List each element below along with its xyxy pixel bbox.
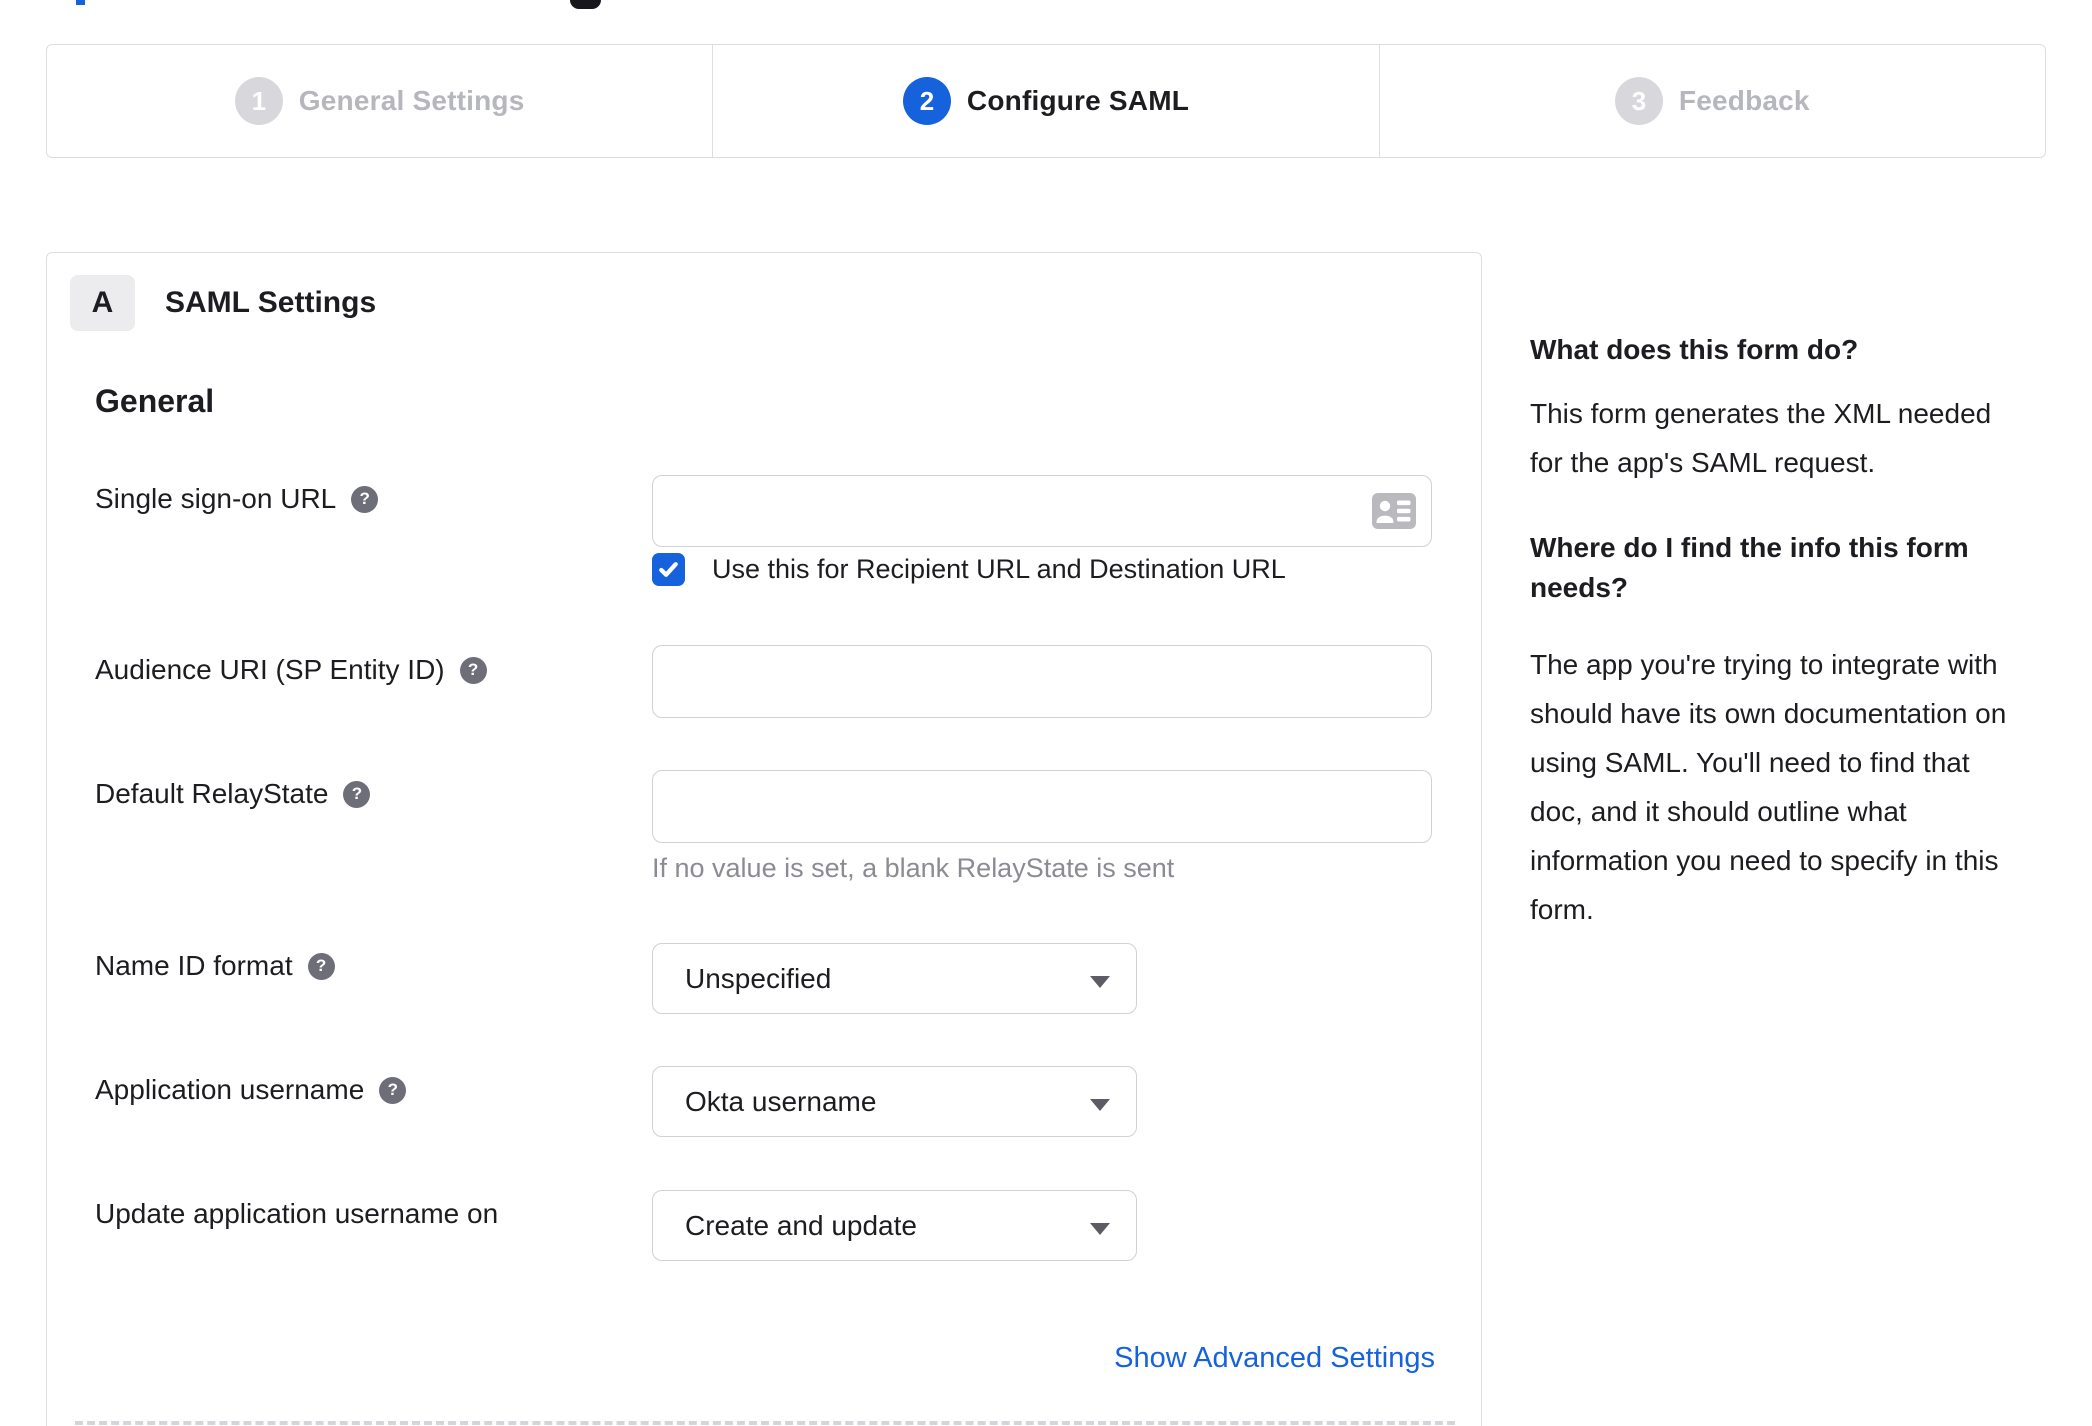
update-username-value: Create and update (685, 1209, 917, 1241)
clipped-app-logo-fragment (570, 0, 601, 9)
sso-url-input[interactable] (652, 475, 1432, 547)
update-username-select[interactable]: Create and update (652, 1190, 1137, 1261)
update-username-label-row: Update application username on (95, 1197, 498, 1231)
wizard-stepper: 1 General Settings 2 Configure SAML 3 Fe… (46, 44, 2046, 158)
name-id-format-help-icon[interactable]: ? (307, 952, 335, 980)
relaystate-label-row: Default RelayState ? (95, 777, 371, 811)
step-configure-saml[interactable]: 2 Configure SAML (712, 45, 1378, 157)
app-username-help-icon[interactable]: ? (379, 1076, 407, 1104)
chevron-down-icon (1090, 1098, 1110, 1111)
sidebar-question-1-body: This form generates the XML needed for t… (1530, 398, 1992, 478)
audience-uri-field-wrap (652, 645, 1432, 718)
app-username-select[interactable]: Okta username (652, 1066, 1137, 1137)
step-2-number-badge: 2 (902, 77, 951, 125)
app-username-value: Okta username (685, 1085, 877, 1117)
section-dashed-divider (75, 1421, 1455, 1425)
show-advanced-settings-link[interactable]: Show Advanced Settings (1114, 1342, 1435, 1375)
update-username-label: Update application username on (95, 1198, 499, 1229)
sso-url-label: Single sign-on URL (95, 483, 337, 514)
name-id-format-label-row: Name ID format ? (95, 949, 335, 983)
app-username-label-row: Application username ? (95, 1073, 407, 1107)
relaystate-hint: If no value is set, a blank RelayState i… (652, 853, 1175, 883)
step-1-number-badge: 1 (234, 77, 283, 125)
saml-setup-page: 1 General Settings 2 Configure SAML 3 Fe… (0, 0, 2092, 1426)
app-username-label: Application username (95, 1074, 365, 1105)
recipient-url-checkbox[interactable] (652, 553, 685, 586)
step-3-label: Feedback (1678, 85, 1810, 116)
section-a-badge: A (70, 275, 135, 331)
step-general-settings[interactable]: 1 General Settings (47, 45, 712, 157)
chevron-down-icon (1090, 975, 1110, 988)
relaystate-field-wrap (652, 770, 1432, 843)
relaystate-input[interactable] (652, 770, 1432, 843)
sso-url-help-icon[interactable]: ? (351, 485, 379, 513)
sidebar-question-2-body: The app you're trying to integrate with … (1530, 649, 2007, 925)
step-3-number-badge: 3 (1614, 77, 1663, 125)
recipient-url-checkbox-label: Use this for Recipient URL and Destinati… (712, 554, 1286, 584)
name-id-format-select[interactable]: Unspecified (652, 943, 1137, 1014)
name-id-format-value: Unspecified (685, 962, 832, 994)
audience-uri-label: Audience URI (SP Entity ID) (95, 654, 445, 685)
clipped-blue-fragment (76, 0, 85, 5)
step-feedback[interactable]: 3 Feedback (1378, 45, 2045, 157)
contact-card-icon[interactable] (1372, 493, 1416, 529)
chevron-down-icon (1090, 1222, 1110, 1235)
audience-uri-label-row: Audience URI (SP Entity ID) ? (95, 653, 487, 687)
relaystate-help-icon[interactable]: ? (343, 780, 371, 808)
step-1-label: General Settings (298, 85, 525, 116)
section-title: SAML Settings (165, 286, 377, 319)
name-id-format-label: Name ID format (95, 950, 293, 981)
sso-url-field-wrap (652, 475, 1432, 547)
checkmark-icon (659, 562, 678, 577)
general-heading: General (95, 383, 215, 419)
sidebar-question-2-title: Where do I find the info this form needs… (1530, 532, 1969, 603)
audience-uri-help-icon[interactable]: ? (459, 656, 487, 684)
relaystate-label: Default RelayState (95, 778, 329, 809)
sso-url-label-row: Single sign-on URL ? (95, 482, 379, 516)
audience-uri-input[interactable] (652, 645, 1432, 718)
step-2-label: Configure SAML (966, 85, 1190, 116)
sidebar-question-1-title: What does this form do? (1530, 334, 1859, 365)
